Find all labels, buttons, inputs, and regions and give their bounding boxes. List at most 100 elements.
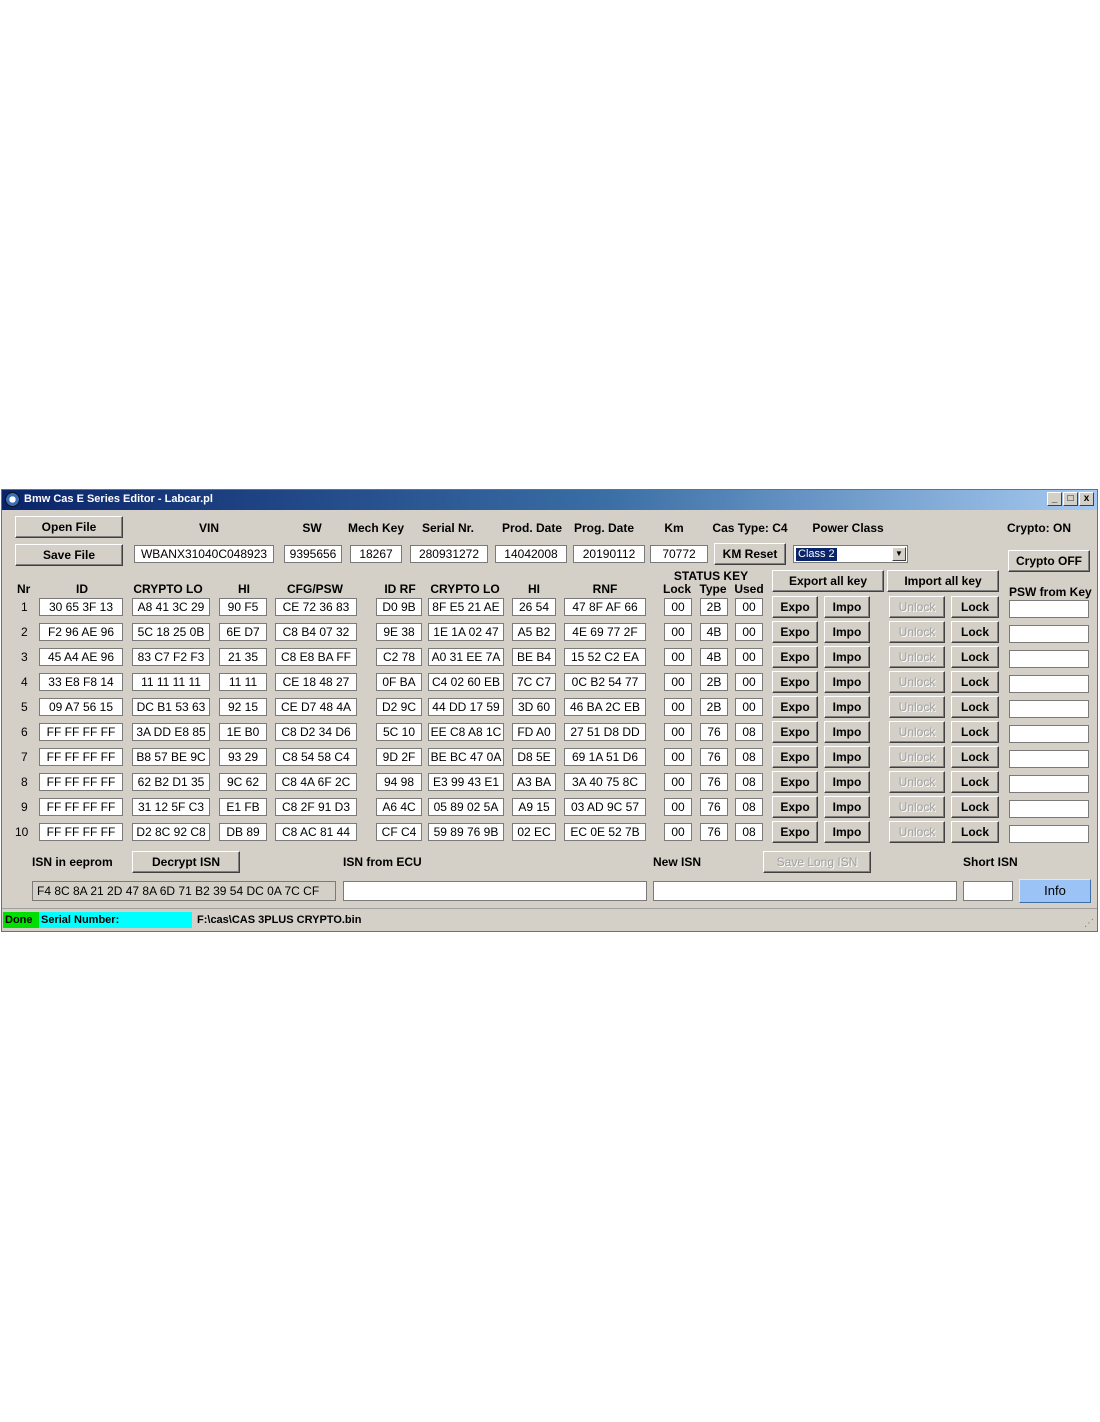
hi-rf-field[interactable]: 3D 60	[512, 698, 556, 716]
id-rf-field[interactable]: CF C4	[376, 823, 422, 841]
crypto-lo-field[interactable]: 5C 18 25 0B	[132, 623, 210, 641]
cfg-psw-field[interactable]: CE 18 48 27	[275, 673, 357, 691]
lock-button[interactable]: Lock	[951, 746, 999, 768]
expo-button[interactable]: Expo	[772, 746, 818, 768]
serial-field[interactable]: 280931272	[410, 545, 488, 563]
chevron-down-icon[interactable]: ▼	[892, 547, 906, 561]
rnf-field[interactable]: 4E 69 77 2F	[564, 623, 646, 641]
cfg-psw-field[interactable]: C8 AC 81 44	[275, 823, 357, 841]
hi-field[interactable]: DB 89	[219, 823, 267, 841]
used-field[interactable]: 08	[735, 748, 763, 766]
type-field[interactable]: 76	[700, 823, 728, 841]
decrypt-isn-button[interactable]: Decrypt ISN	[132, 851, 240, 873]
type-field[interactable]: 4B	[700, 623, 728, 641]
lock-status-field[interactable]: 00	[664, 698, 692, 716]
crypto-lo-rf-field[interactable]: 59 89 76 9B	[428, 823, 504, 841]
type-field[interactable]: 2B	[700, 698, 728, 716]
used-field[interactable]: 00	[735, 598, 763, 616]
impo-button[interactable]: Impo	[824, 721, 870, 743]
used-field[interactable]: 00	[735, 648, 763, 666]
isn-eeprom-field[interactable]: F4 8C 8A 21 2D 47 8A 6D 71 B2 39 54 DC 0…	[32, 881, 336, 901]
psw-from-key-field[interactable]	[1009, 625, 1089, 643]
id-rf-field[interactable]: 9E 38	[376, 623, 422, 641]
unlock-button[interactable]: Unlock	[889, 596, 945, 618]
unlock-button[interactable]: Unlock	[889, 746, 945, 768]
id-rf-field[interactable]: A6 4C	[376, 798, 422, 816]
short-isn-field[interactable]	[963, 881, 1013, 901]
crypto-lo-rf-field[interactable]: C4 02 60 EB	[428, 673, 504, 691]
impo-button[interactable]: Impo	[824, 671, 870, 693]
unlock-button[interactable]: Unlock	[889, 721, 945, 743]
type-field[interactable]: 4B	[700, 648, 728, 666]
lock-button[interactable]: Lock	[951, 721, 999, 743]
psw-from-key-field[interactable]	[1009, 800, 1089, 818]
expo-button[interactable]: Expo	[772, 721, 818, 743]
rnf-field[interactable]: 0C B2 54 77	[564, 673, 646, 691]
id-rf-field[interactable]: C2 78	[376, 648, 422, 666]
lock-status-field[interactable]: 00	[664, 823, 692, 841]
crypto-lo-rf-field[interactable]: 44 DD 17 59	[428, 698, 504, 716]
lock-status-field[interactable]: 00	[664, 773, 692, 791]
psw-from-key-field[interactable]	[1009, 675, 1089, 693]
type-field[interactable]: 76	[700, 773, 728, 791]
id-field[interactable]: FF FF FF FF	[39, 798, 123, 816]
crypto-lo-field[interactable]: 11 11 11 11	[132, 673, 210, 691]
psw-from-key-field[interactable]	[1009, 700, 1089, 718]
lock-status-field[interactable]: 00	[664, 798, 692, 816]
prog-date-field[interactable]: 20190112	[573, 545, 645, 563]
rnf-field[interactable]: 46 BA 2C EB	[564, 698, 646, 716]
crypto-lo-rf-field[interactable]: 1E 1A 02 47	[428, 623, 504, 641]
psw-from-key-field[interactable]	[1009, 750, 1089, 768]
resize-grip-icon[interactable]: ⋰	[1084, 918, 1094, 929]
unlock-button[interactable]: Unlock	[889, 821, 945, 843]
crypto-lo-field[interactable]: D2 8C 92 C8	[132, 823, 210, 841]
impo-button[interactable]: Impo	[824, 621, 870, 643]
impo-button[interactable]: Impo	[824, 771, 870, 793]
mech-key-field[interactable]: 18267	[350, 545, 402, 563]
id-field[interactable]: FF FF FF FF	[39, 748, 123, 766]
export-all-key-button[interactable]: Export all key	[772, 570, 884, 592]
impo-button[interactable]: Impo	[824, 696, 870, 718]
title-bar[interactable]: Bmw Cas E Series Editor - Labcar.pl _ □ …	[2, 490, 1097, 510]
id-field[interactable]: FF FF FF FF	[39, 823, 123, 841]
lock-status-field[interactable]: 00	[664, 673, 692, 691]
crypto-lo-rf-field[interactable]: 8F E5 21 AE	[428, 598, 504, 616]
sw-field[interactable]: 9395656	[284, 545, 342, 563]
lock-button[interactable]: Lock	[951, 696, 999, 718]
power-class-select[interactable]: Class 2 ▼	[793, 545, 908, 563]
used-field[interactable]: 08	[735, 773, 763, 791]
type-field[interactable]: 76	[700, 798, 728, 816]
impo-button[interactable]: Impo	[824, 821, 870, 843]
id-field[interactable]: 09 A7 56 15	[39, 698, 123, 716]
id-field[interactable]: 30 65 3F 13	[39, 598, 123, 616]
used-field[interactable]: 08	[735, 798, 763, 816]
cfg-psw-field[interactable]: C8 2F 91 D3	[275, 798, 357, 816]
rnf-field[interactable]: 03 AD 9C 57	[564, 798, 646, 816]
km-reset-button[interactable]: KM Reset	[714, 543, 786, 565]
hi-field[interactable]: 92 15	[219, 698, 267, 716]
rnf-field[interactable]: 15 52 C2 EA	[564, 648, 646, 666]
lock-status-field[interactable]: 00	[664, 598, 692, 616]
rnf-field[interactable]: 27 51 D8 DD	[564, 723, 646, 741]
cfg-psw-field[interactable]: C8 B4 07 32	[275, 623, 357, 641]
cfg-psw-field[interactable]: CE D7 48 4A	[275, 698, 357, 716]
open-file-button[interactable]: Open File	[15, 516, 123, 538]
crypto-off-button[interactable]: Crypto OFF	[1008, 550, 1090, 572]
hi-rf-field[interactable]: A5 B2	[512, 623, 556, 641]
prod-date-field[interactable]: 14042008	[495, 545, 567, 563]
crypto-lo-rf-field[interactable]: BE BC 47 0A	[428, 748, 504, 766]
lock-button[interactable]: Lock	[951, 671, 999, 693]
save-long-isn-button[interactable]: Save Long ISN	[763, 851, 871, 873]
cfg-psw-field[interactable]: C8 4A 6F 2C	[275, 773, 357, 791]
km-field[interactable]: 70772	[650, 545, 708, 563]
lock-status-field[interactable]: 00	[664, 748, 692, 766]
hi-field[interactable]: 6E D7	[219, 623, 267, 641]
lock-status-field[interactable]: 00	[664, 623, 692, 641]
psw-from-key-field[interactable]	[1009, 825, 1089, 843]
lock-button[interactable]: Lock	[951, 596, 999, 618]
expo-button[interactable]: Expo	[772, 696, 818, 718]
unlock-button[interactable]: Unlock	[889, 771, 945, 793]
hi-field[interactable]: 90 F5	[219, 598, 267, 616]
unlock-button[interactable]: Unlock	[889, 696, 945, 718]
cfg-psw-field[interactable]: CE 72 36 83	[275, 598, 357, 616]
